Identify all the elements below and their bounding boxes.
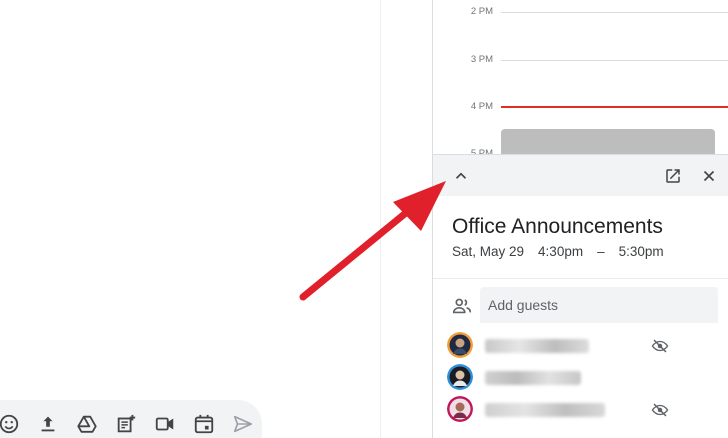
hour-line xyxy=(501,12,728,13)
day-time-grid: 2 PM 3 PM 4 PM 5 PM xyxy=(433,0,728,159)
open-in-new-button[interactable] xyxy=(662,165,684,187)
dialog-header xyxy=(433,154,728,196)
event-quick-view: Office Announcements Sat, May 29 4:30pm … xyxy=(433,154,728,438)
chevron-up-icon xyxy=(455,172,467,179)
emoji-icon xyxy=(0,414,19,434)
time-label: 3 PM xyxy=(470,54,493,65)
guest-name-redacted xyxy=(485,339,589,353)
time-separator: – xyxy=(597,244,605,259)
eye-off-icon[interactable] xyxy=(651,401,669,419)
calendar-event-button[interactable] xyxy=(184,404,223,438)
calendar-side-panel: 2 PM 3 PM 4 PM 5 PM Office Ann xyxy=(432,0,728,438)
time-row-4pm: 4 PM xyxy=(433,101,728,112)
drive-button[interactable] xyxy=(68,404,107,438)
compose-toolbar xyxy=(0,400,262,438)
guest-item[interactable] xyxy=(447,364,717,392)
current-time-line xyxy=(501,106,728,108)
emoji-button[interactable] xyxy=(0,404,29,438)
event-datetime[interactable]: Sat, May 29 4:30pm – 5:30pm xyxy=(452,244,664,259)
compose-area[interactable] xyxy=(0,0,432,438)
calendar-icon xyxy=(194,414,213,434)
eye-off-icon[interactable] xyxy=(651,337,669,355)
send-button[interactable] xyxy=(223,404,262,438)
open-in-new-icon xyxy=(666,169,680,183)
event-title[interactable]: Office Announcements xyxy=(452,215,663,239)
close-icon xyxy=(703,170,715,182)
video-camera-icon xyxy=(155,417,174,431)
time-row-2pm: 2 PM xyxy=(433,6,728,17)
avatar xyxy=(447,396,473,422)
drive-icon xyxy=(77,415,97,433)
collapse-button[interactable] xyxy=(450,165,472,187)
divider xyxy=(433,278,728,279)
guest-item[interactable] xyxy=(447,332,717,360)
guest-item[interactable] xyxy=(447,396,717,424)
add-note-button[interactable] xyxy=(107,404,146,438)
avatar xyxy=(447,332,473,358)
guest-name-redacted xyxy=(485,371,581,385)
upload-button[interactable] xyxy=(29,404,68,438)
event-date: Sat, May 29 xyxy=(452,244,525,259)
people-icon xyxy=(452,298,472,314)
send-icon xyxy=(233,415,252,433)
time-row-3pm: 3 PM xyxy=(433,54,728,65)
note-add-icon xyxy=(117,414,136,433)
time-label: 4 PM xyxy=(470,101,493,112)
hour-line xyxy=(501,60,728,61)
close-button[interactable] xyxy=(698,165,720,187)
pane-divider xyxy=(380,0,381,438)
time-label: 2 PM xyxy=(470,6,493,17)
guests-row xyxy=(433,287,728,323)
video-call-button[interactable] xyxy=(145,404,184,438)
avatar xyxy=(447,364,473,390)
guest-name-redacted xyxy=(485,403,605,417)
event-end-time: 5:30pm xyxy=(618,244,664,259)
event-start-time: 4:30pm xyxy=(538,244,584,259)
upload-icon xyxy=(41,416,55,432)
add-guests-input[interactable] xyxy=(480,287,718,323)
